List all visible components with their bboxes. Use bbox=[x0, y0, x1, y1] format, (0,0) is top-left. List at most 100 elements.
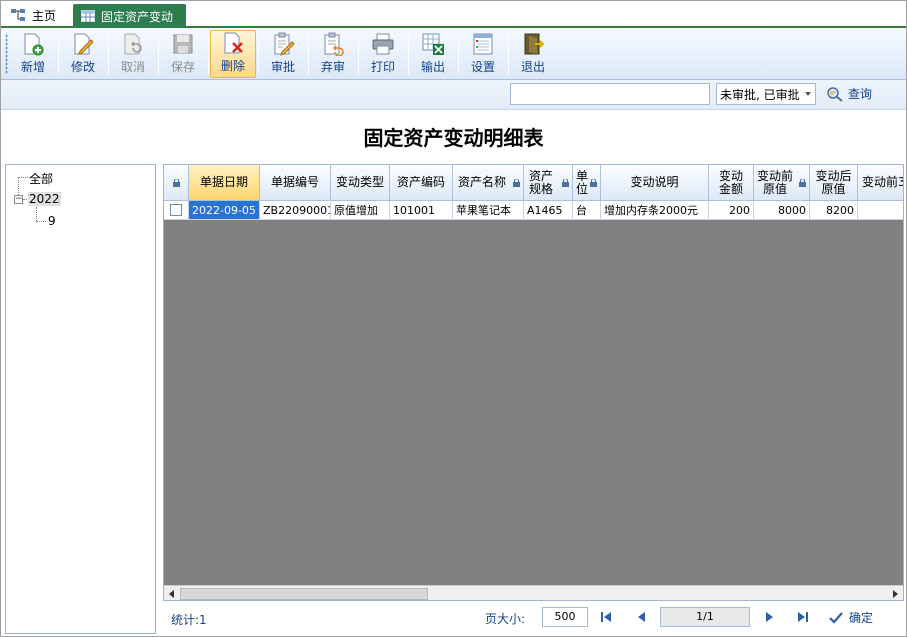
delete-button[interactable]: 删除 bbox=[210, 30, 256, 78]
scrollbar-thumb[interactable] bbox=[180, 588, 428, 600]
toolbar-separator bbox=[58, 36, 59, 74]
add-button-label: 新增 bbox=[20, 60, 45, 74]
cell-asset-code[interactable]: 101001 bbox=[390, 201, 453, 220]
column-header[interactable]: 变动前 原值 bbox=[754, 165, 810, 201]
column-header[interactable]: 变动后 原值 bbox=[810, 165, 858, 201]
export-icon bbox=[422, 33, 444, 55]
lock-icon bbox=[172, 178, 180, 187]
exit-button[interactable]: 退出 bbox=[510, 30, 556, 78]
confirm-button[interactable]: 确定 bbox=[829, 609, 873, 626]
horizontal-scrollbar[interactable] bbox=[164, 585, 903, 600]
search-bar: 未审批, 已审批 查询 bbox=[0, 80, 907, 110]
cell-extra[interactable] bbox=[858, 201, 903, 220]
tree-line bbox=[36, 207, 37, 221]
column-header[interactable]: 单据编号 bbox=[260, 165, 331, 201]
settings-button-label: 设置 bbox=[470, 60, 495, 74]
first-page-icon[interactable] bbox=[599, 610, 613, 624]
cell-description[interactable]: 增加内存条2000元 bbox=[601, 201, 709, 220]
cell-spec[interactable]: A1465 bbox=[524, 201, 573, 220]
toolbar-separator bbox=[408, 36, 409, 74]
unapprove-icon bbox=[324, 32, 344, 56]
cell-doc-no[interactable]: ZB22090001 bbox=[260, 201, 331, 220]
column-header[interactable]: 资产 规格 bbox=[524, 165, 573, 201]
column-header[interactable]: 变动说明 bbox=[601, 165, 709, 201]
prev-page-icon[interactable] bbox=[635, 610, 649, 624]
tab-home[interactable]: 主页 bbox=[10, 4, 56, 26]
cell-amount[interactable]: 200 bbox=[709, 201, 754, 220]
tree-node-month[interactable]: 9 bbox=[48, 214, 56, 228]
exit-icon bbox=[524, 33, 545, 55]
status-filter-select[interactable]: 未审批, 已审批 bbox=[716, 83, 816, 105]
toolbar: 新增 修改 取消 保存 删除 审批 弃审 打印 输出 设置 退出 bbox=[0, 28, 907, 80]
cell-orig-after[interactable]: 8200 bbox=[810, 201, 858, 220]
edit-button[interactable]: 修改 bbox=[60, 30, 106, 78]
delete-doc-icon bbox=[224, 32, 243, 54]
arrow-left-icon bbox=[169, 590, 174, 598]
column-header-label: 变动 金额 bbox=[718, 168, 743, 196]
cancel-button-label: 取消 bbox=[120, 60, 145, 74]
sitemap-icon bbox=[11, 9, 25, 21]
toolbar-separator bbox=[208, 36, 209, 74]
column-header[interactable]: 单 位 bbox=[573, 165, 601, 201]
approve-button-label: 审批 bbox=[270, 60, 295, 74]
cell-change-type[interactable]: 原值增加 bbox=[331, 201, 390, 220]
tree-line bbox=[23, 199, 27, 200]
cell-asset-name[interactable]: 苹果笔记本 bbox=[453, 201, 524, 220]
cancel-button[interactable]: 取消 bbox=[110, 30, 156, 78]
column-header[interactable]: 资产编码 bbox=[390, 165, 453, 201]
print-button-label: 打印 bbox=[370, 60, 395, 74]
add-doc-icon bbox=[24, 33, 44, 56]
table-row[interactable]: 2022-09-05 ZB22090001 原值增加 101001 苹果笔记本 … bbox=[164, 201, 903, 220]
tab-fixed-asset-change[interactable]: 固定资产变动 bbox=[73, 4, 186, 28]
column-header[interactable]: 资产名称 bbox=[453, 165, 524, 201]
next-page-icon[interactable] bbox=[762, 610, 776, 624]
page-indicator: 1/1 bbox=[660, 607, 750, 627]
tree-node-year[interactable]: 2022 bbox=[28, 192, 61, 206]
cell-unit[interactable]: 台 bbox=[573, 201, 601, 220]
approve-icon bbox=[274, 32, 295, 56]
toolbar-grip[interactable] bbox=[5, 34, 8, 74]
scroll-right-button[interactable] bbox=[887, 587, 903, 600]
column-header[interactable]: 变动类型 bbox=[331, 165, 390, 201]
save-button[interactable]: 保存 bbox=[160, 30, 206, 78]
column-header[interactable]: 变动 金额 bbox=[709, 165, 754, 201]
column-header-label: 资产名称 bbox=[458, 175, 507, 189]
settings-button[interactable]: 设置 bbox=[460, 30, 506, 78]
toolbar-separator bbox=[358, 36, 359, 74]
add-button[interactable]: 新增 bbox=[10, 30, 56, 78]
query-button[interactable]: 查询 bbox=[826, 85, 872, 102]
last-page-icon[interactable] bbox=[796, 610, 810, 624]
column-header-label: 变动前3 bbox=[862, 175, 904, 189]
toolbar-separator bbox=[458, 36, 459, 74]
approve-button[interactable]: 审批 bbox=[260, 30, 306, 78]
cell-date[interactable]: 2022-09-05 bbox=[189, 201, 260, 220]
row-checkbox[interactable] bbox=[170, 204, 182, 216]
tree-node-all[interactable]: 全部 bbox=[29, 170, 53, 187]
row-checkbox-cell[interactable] bbox=[164, 201, 189, 220]
settings-icon bbox=[473, 33, 493, 55]
edit-button-label: 修改 bbox=[70, 60, 95, 74]
status-filter-value: 未审批, 已审批 bbox=[720, 87, 800, 102]
edit-doc-icon bbox=[74, 33, 94, 55]
lock-icon bbox=[799, 179, 806, 187]
page-size-input[interactable]: 500 bbox=[542, 607, 588, 627]
search-icon bbox=[827, 86, 843, 102]
print-button[interactable]: 打印 bbox=[360, 30, 406, 78]
search-input[interactable] bbox=[510, 83, 710, 105]
unapprove-button[interactable]: 弃审 bbox=[310, 30, 356, 78]
scroll-left-button[interactable] bbox=[164, 587, 180, 600]
page-title: 固定资产变动明细表 bbox=[363, 126, 544, 150]
export-button[interactable]: 输出 bbox=[410, 30, 456, 78]
collapse-icon[interactable]: − bbox=[14, 195, 23, 204]
period-tree: 全部 − 2022 9 bbox=[5, 164, 156, 634]
cell-orig-before[interactable]: 8000 bbox=[754, 201, 810, 220]
toolbar-separator bbox=[158, 36, 159, 74]
column-header[interactable]: 单据日期 bbox=[189, 165, 260, 201]
toolbar-separator bbox=[258, 36, 259, 74]
grid-header: 单据日期 单据编号 变动类型 资产编码 资产名称 资产 规格 单 位 变动说明 … bbox=[164, 165, 904, 201]
tab-bar: 主页 固定资产变动 bbox=[0, 0, 907, 28]
toolbar-separator bbox=[308, 36, 309, 74]
chevron-down-icon bbox=[805, 92, 811, 96]
column-header[interactable]: 变动前3 bbox=[858, 165, 904, 201]
header-select-all[interactable] bbox=[164, 165, 189, 201]
